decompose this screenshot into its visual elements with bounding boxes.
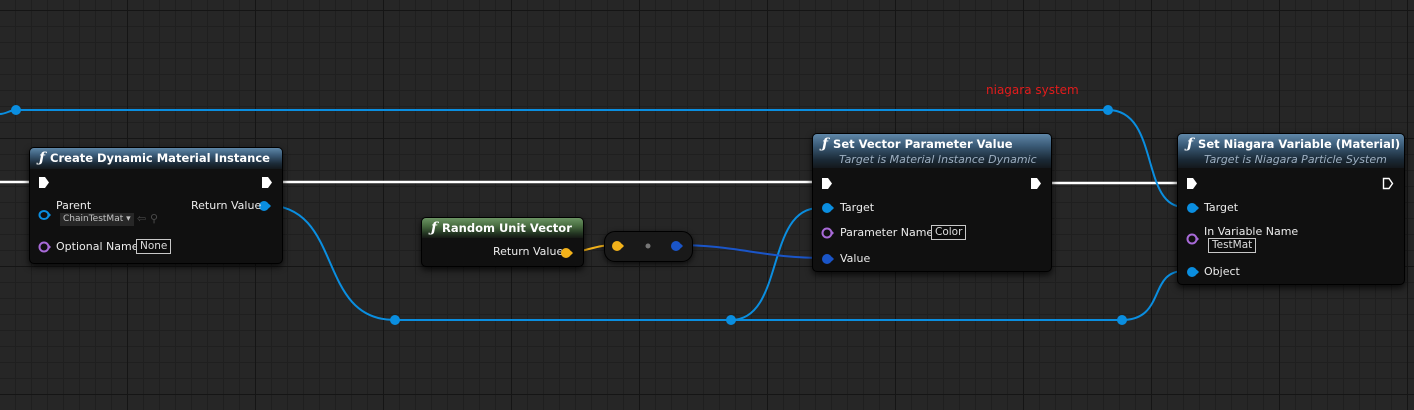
parent-asset-value: ChainTestMat — [63, 214, 124, 224]
random-unit-vector-node[interactable]: ƒ Random Unit Vector Return Value — [421, 217, 584, 267]
exec-in-pin[interactable] — [821, 177, 833, 190]
conversion-output-pin[interactable] — [670, 240, 684, 252]
comment-annotation: niagara system — [986, 83, 1079, 97]
reroute-knot-bottom-3[interactable] — [1117, 315, 1127, 325]
exec-out-pin[interactable] — [261, 176, 273, 189]
node-header: ƒ Set Niagara Variable (Material) Target … — [1178, 134, 1404, 168]
object-wire-to-setniagara-object — [1121, 270, 1185, 321]
target-label: Target — [1204, 201, 1239, 214]
exec-in-pin[interactable] — [38, 176, 50, 189]
function-icon: ƒ — [1187, 136, 1194, 152]
return-value-label: Return Value — [191, 199, 262, 212]
return-value-label: Return Value — [493, 245, 564, 258]
target-pin[interactable] — [1186, 202, 1200, 214]
target-label: Target — [840, 201, 875, 214]
parameter-name-pin[interactable] — [821, 227, 835, 239]
node-header: ƒ Random Unit Vector — [422, 218, 583, 238]
in-variable-name-field[interactable]: TestMat — [1208, 238, 1257, 253]
target-pin[interactable] — [821, 202, 835, 214]
exec-out-pin[interactable] — [1030, 177, 1042, 190]
object-wire-to-setvector-target — [730, 207, 820, 321]
parent-label: Parent — [56, 199, 92, 212]
parent-asset-picker[interactable]: ChainTestMat ▾ — [60, 213, 134, 226]
exec-in-pin[interactable] — [1186, 177, 1198, 190]
value-pin[interactable] — [821, 253, 835, 265]
node-title: Set Vector Parameter Value — [833, 137, 1013, 151]
set-vector-parameter-value-node[interactable]: ƒ Set Vector Parameter Value Target is Ma… — [812, 133, 1052, 272]
parent-pin[interactable] — [38, 209, 52, 221]
node-title: Random Unit Vector — [442, 221, 572, 235]
parameter-name-field[interactable]: Color — [931, 225, 967, 240]
reroute-knot-niagara-right[interactable] — [1103, 105, 1113, 115]
in-variable-name-pin[interactable] — [1186, 233, 1200, 245]
return-value-pin[interactable] — [560, 247, 574, 259]
create-dynamic-material-instance-node[interactable]: ƒ Create Dynamic Material Instance Parent… — [29, 147, 283, 264]
node-header: ƒ Set Vector Parameter Value Target is Ma… — [813, 134, 1051, 168]
node-title: Set Niagara Variable (Material) — [1198, 137, 1401, 151]
vector-to-color-conversion-node[interactable] — [604, 231, 693, 262]
function-icon: ƒ — [39, 150, 46, 166]
parameter-name-label: Parameter Name — [840, 226, 934, 239]
reroute-knot-bottom-2[interactable] — [726, 315, 736, 325]
optional-name-label: Optional Name — [56, 240, 139, 253]
node-subtitle: Target is Material Instance Dynamic — [839, 153, 1037, 166]
node-header: ƒ Create Dynamic Material Instance — [30, 148, 282, 169]
node-title: Create Dynamic Material Instance — [50, 151, 270, 165]
function-icon: ƒ — [431, 220, 438, 236]
object-pin[interactable] — [1186, 266, 1200, 278]
color-wire-converter-to-value — [674, 244, 827, 259]
reroute-knot-niagara-left[interactable] — [11, 105, 21, 115]
optional-name-field[interactable]: None — [136, 239, 172, 254]
node-subtitle: Target is Niagara Particle System — [1204, 153, 1387, 166]
use-asset-arrow-icon[interactable]: ⇦ — [137, 213, 146, 225]
reroute-knot-bottom-1[interactable] — [390, 315, 400, 325]
object-label: Object — [1204, 265, 1240, 278]
value-label: Value — [840, 252, 871, 265]
function-icon: ƒ — [822, 136, 829, 152]
optional-name-pin[interactable] — [38, 241, 52, 253]
chevron-down-icon: ▾ — [126, 214, 131, 224]
in-variable-name-label: In Variable Name — [1204, 225, 1299, 238]
exec-out-pin[interactable] — [1382, 177, 1394, 190]
browse-asset-search-icon[interactable]: ⚲ — [150, 213, 158, 225]
conversion-dot-icon — [645, 243, 651, 249]
set-niagara-variable-material-node[interactable]: ƒ Set Niagara Variable (Material) Target … — [1177, 133, 1405, 285]
conversion-input-pin[interactable] — [611, 240, 625, 252]
